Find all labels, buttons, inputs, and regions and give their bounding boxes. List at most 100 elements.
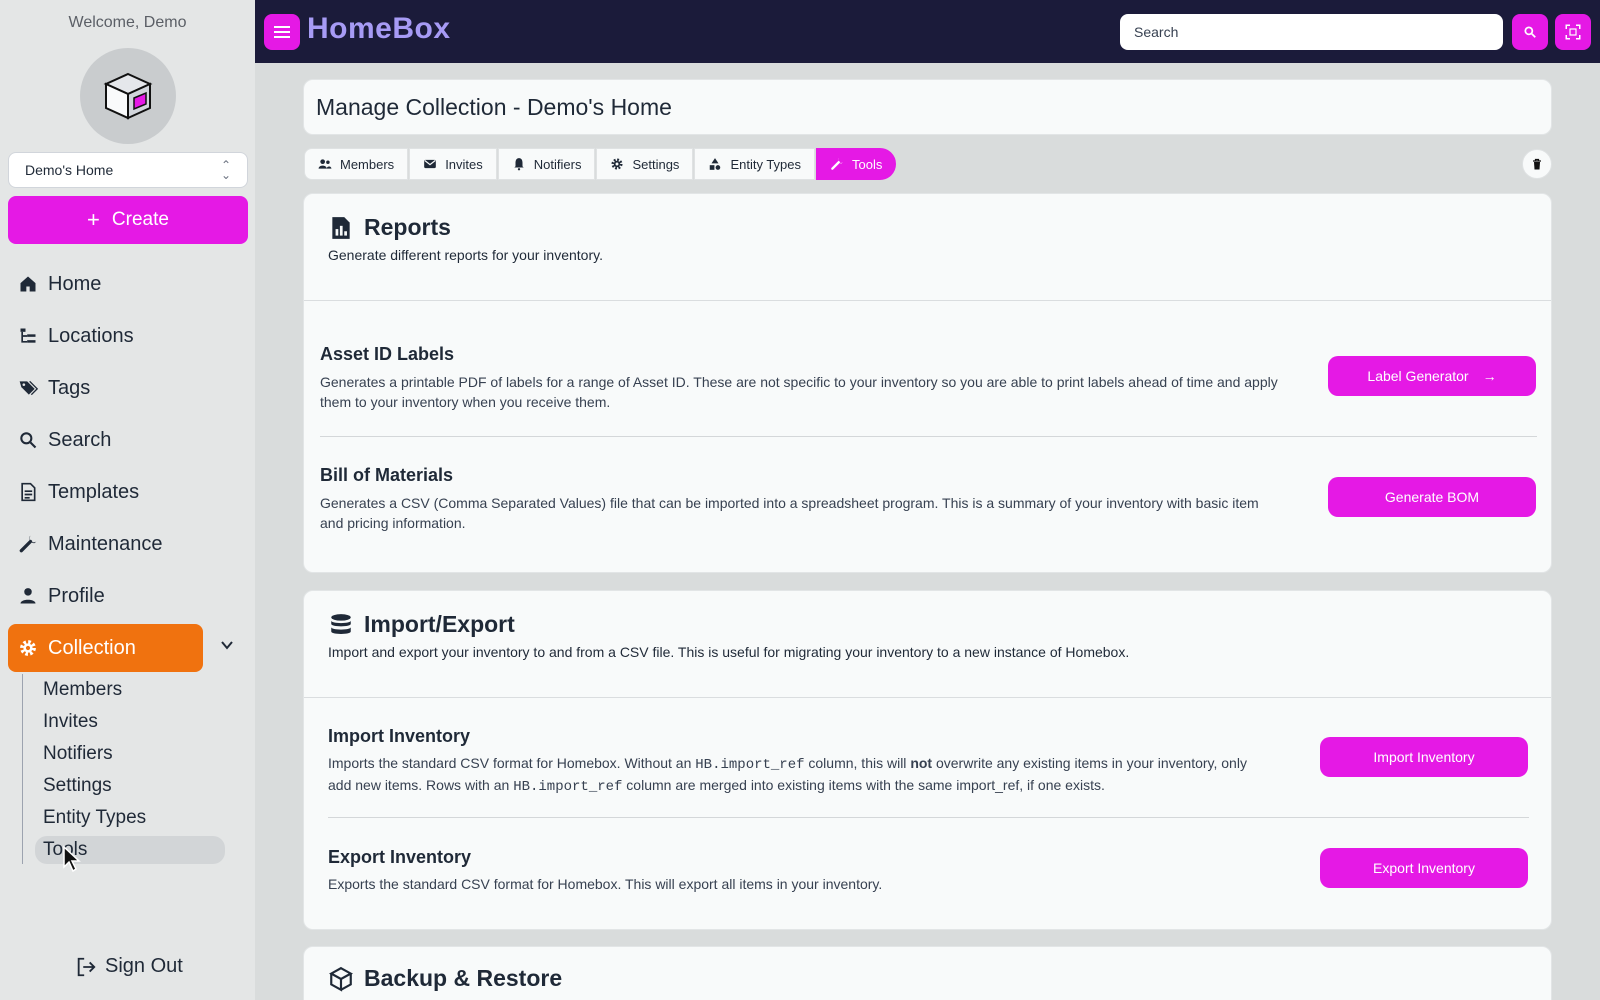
export-inventory-button[interactable]: Export Inventory: [1320, 848, 1528, 888]
bom-description: Generates a CSV (Comma Separated Values)…: [320, 495, 1259, 531]
box-logo-icon: [103, 72, 153, 120]
collection-select[interactable]: Demo's Home ⌃ ⌄: [8, 152, 248, 188]
subnav-item-invites[interactable]: Invites: [23, 706, 227, 738]
asset-labels-title: Asset ID Labels: [320, 344, 455, 364]
reports-card: Reports Generate different reports for y…: [303, 193, 1552, 573]
subnav-item-entity-types[interactable]: Entity Types: [23, 802, 227, 834]
sidebar-item-label: Search: [48, 428, 112, 451]
sidebar-item-templates[interactable]: Templates: [8, 466, 248, 518]
sidebar-item-tags[interactable]: Tags: [8, 362, 248, 414]
collection-select-value: Demo's Home: [25, 162, 114, 178]
plus-icon: +: [87, 207, 100, 232]
import-inventory-button[interactable]: Import Inventory: [1320, 737, 1528, 777]
tab-label: Entity Types: [730, 156, 802, 172]
backup-restore-title: Backup & Restore: [364, 965, 563, 991]
tab-settings[interactable]: Settings: [596, 148, 694, 180]
label-generator-label: Label Generator: [1367, 368, 1469, 384]
tab-entity-types[interactable]: Entity Types: [694, 148, 816, 180]
sidebar: Welcome, Demo Demo's Home ⌃ ⌄ + Create Ho…: [0, 0, 255, 1000]
import-export-card: Import/Export Import and export your inv…: [303, 590, 1552, 930]
backup-restore-card: Backup & Restore: [303, 946, 1552, 1000]
sidebar-item-home[interactable]: Home: [8, 258, 248, 310]
collection-subnav: Members Invites Notifiers Settings Entit…: [22, 674, 227, 864]
search-button[interactable]: [1512, 14, 1548, 50]
sign-out-label: Sign Out: [105, 955, 183, 977]
tab-label: Notifiers: [533, 156, 582, 172]
bell-icon: [514, 158, 524, 171]
bom-title: Bill of Materials: [320, 465, 454, 485]
avatar[interactable]: [80, 48, 176, 144]
arrow-right-icon: →: [1482, 368, 1497, 384]
sidebar-item-label: Maintenance: [48, 532, 163, 555]
tab-notifiers[interactable]: Notifiers: [497, 148, 596, 180]
gear-icon: [20, 640, 36, 656]
tags-icon: [19, 380, 38, 396]
wrench-icon: [19, 535, 37, 553]
welcome-text: Welcome, Demo: [68, 14, 187, 31]
hamburger-icon: [274, 26, 290, 38]
import-inventory-title: Import Inventory: [328, 726, 471, 746]
create-button[interactable]: + Create: [8, 196, 248, 244]
export-inventory-title: Export Inventory: [328, 847, 472, 867]
shapes-icon: [710, 158, 721, 170]
report-icon: [332, 216, 350, 239]
box-icon: [329, 966, 353, 992]
sign-out-icon: [77, 957, 96, 976]
top-bar: HomeBox: [255, 0, 1600, 63]
tab-invites[interactable]: Invites: [409, 148, 497, 180]
sidebar-item-profile[interactable]: Profile: [8, 570, 248, 622]
divider: [304, 697, 1551, 698]
search-icon: [1524, 26, 1536, 38]
generate-bom-button[interactable]: Generate BOM: [1328, 477, 1536, 517]
collection-tabs: Members Invites Notifiers Settings Entit…: [304, 148, 897, 180]
homebox-logo[interactable]: HomeBox: [307, 12, 451, 46]
locations-icon: [20, 328, 36, 343]
sidebar-item-locations[interactable]: Locations: [8, 310, 248, 362]
scan-button[interactable]: [1555, 14, 1591, 50]
search-input[interactable]: [1120, 14, 1503, 50]
divider: [328, 817, 1529, 818]
user-icon: [20, 588, 36, 604]
sidebar-item-label: Collection: [48, 636, 136, 659]
subnav-item-notifiers[interactable]: Notifiers: [23, 738, 227, 770]
home-icon: [20, 276, 36, 292]
subnav-item-members[interactable]: Members: [23, 674, 227, 706]
sidebar-item-label: Locations: [48, 324, 134, 347]
mail-icon: [424, 159, 437, 169]
tab-members[interactable]: Members: [304, 148, 409, 180]
delete-collection-button[interactable]: [1522, 149, 1552, 179]
reports-title: Reports: [364, 214, 451, 240]
sidebar-item-label: Home: [48, 272, 102, 295]
tab-tools[interactable]: Tools: [816, 148, 897, 180]
divider: [304, 300, 1551, 301]
trash-icon: [1533, 158, 1541, 169]
chevron-down-icon[interactable]: [220, 638, 234, 652]
search-icon: [20, 432, 37, 449]
templates-icon: [21, 482, 36, 502]
divider: [320, 436, 1537, 437]
subnav-item-settings[interactable]: Settings: [23, 770, 227, 802]
import-export-subtitle: Import and export your inventory to and …: [328, 644, 1130, 660]
sidebar-nav: Home Locations Tags Search Templates Mai…: [8, 258, 248, 672]
import-export-title: Import/Export: [364, 611, 515, 637]
gear-icon: [611, 158, 623, 170]
sidebar-item-search[interactable]: Search: [8, 414, 248, 466]
tab-label: Invites: [445, 156, 483, 172]
reports-subtitle: Generate different reports for your inve…: [328, 247, 603, 263]
menu-button[interactable]: [264, 14, 300, 50]
label-generator-button[interactable]: Label Generator →: [1328, 356, 1536, 396]
sign-out-button[interactable]: Sign Out: [75, 955, 183, 978]
database-icon: [331, 613, 351, 634]
sidebar-item-maintenance[interactable]: Maintenance: [8, 518, 248, 570]
create-button-label: Create: [111, 209, 169, 230]
sidebar-item-collection[interactable]: Collection: [8, 624, 203, 672]
select-chevrons-icon: ⌃ ⌄: [220, 158, 231, 182]
scan-icon: [1565, 24, 1581, 40]
tab-label: Settings: [632, 156, 680, 172]
tab-label: Tools: [852, 156, 883, 172]
sidebar-item-label: Tags: [48, 376, 91, 399]
sidebar-item-label: Templates: [48, 480, 140, 503]
tab-label: Members: [340, 156, 395, 172]
page-title: Manage Collection - Demo's Home: [303, 79, 1552, 135]
import-inventory-description: Imports the standard CSV format for Home…: [328, 755, 1247, 795]
